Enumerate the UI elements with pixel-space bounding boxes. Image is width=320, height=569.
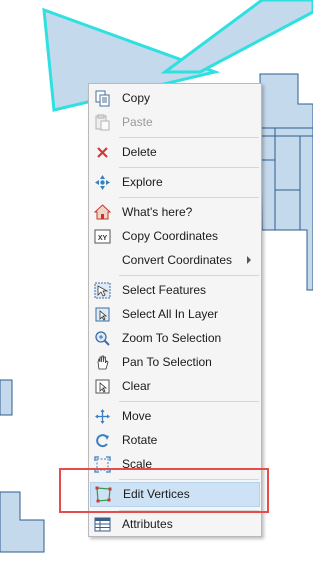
- menu-item-copy[interactable]: Copy: [90, 87, 260, 110]
- menu-item-label: Clear: [122, 379, 151, 393]
- menu-item-label: Convert Coordinates: [122, 253, 233, 267]
- menu-item-label: Zoom To Selection: [122, 331, 222, 345]
- menu-item-copy-coordinates[interactable]: XY Copy Coordinates: [90, 225, 260, 248]
- menu-separator: [119, 479, 259, 480]
- select-features-icon: [94, 282, 111, 299]
- menu-item-move[interactable]: Move: [90, 405, 260, 428]
- edit-vertices-icon: [95, 486, 112, 503]
- menu-item-label: Select Features: [122, 283, 207, 297]
- menu-separator: [119, 137, 259, 138]
- menu-item-paste[interactable]: Paste: [90, 111, 260, 134]
- menu-item-label: What's here?: [122, 205, 193, 219]
- svg-text:XY: XY: [98, 235, 108, 242]
- attributes-icon: [94, 517, 111, 532]
- zoom-to-selection-icon: [95, 331, 110, 346]
- menu-item-label: Rotate: [122, 433, 158, 447]
- menu-item-pan-to-selection[interactable]: Pan To Selection: [90, 351, 260, 374]
- delete-icon: [97, 147, 108, 158]
- map-feature-parcel-left[interactable]: [0, 379, 13, 416]
- select-all-in-layer-icon: [95, 307, 110, 322]
- submenu-arrow-icon: [247, 256, 251, 264]
- menu-item-attributes[interactable]: Attributes: [90, 513, 260, 536]
- menu-item-label: Move: [122, 409, 152, 423]
- menu-item-label: Select All In Layer: [122, 307, 219, 321]
- menu-item-delete[interactable]: Delete: [90, 141, 260, 164]
- map-feature-parcel-bottom-left[interactable]: [0, 491, 45, 553]
- menu-item-zoom-to-selection[interactable]: Zoom To Selection: [90, 327, 260, 350]
- rotate-icon: [96, 434, 109, 448]
- explore-icon: [95, 175, 110, 190]
- copy-icon: [95, 90, 110, 107]
- menu-separator: [119, 275, 259, 276]
- menu-item-clear[interactable]: Clear: [90, 375, 260, 398]
- menu-item-label: Paste: [122, 115, 153, 129]
- copy-coordinates-icon: XY: [94, 229, 111, 244]
- pan-to-selection-icon: [97, 355, 109, 370]
- menu-separator: [119, 197, 259, 198]
- menu-item-label: Delete: [122, 145, 157, 159]
- menu-item-label: Explore: [122, 175, 163, 189]
- menu-item-label: Copy: [122, 91, 151, 105]
- whats-here-icon: [94, 204, 111, 220]
- menu-separator: [119, 510, 259, 511]
- selected-feature-polygon[interactable]: [160, 0, 313, 74]
- menu-item-rotate[interactable]: Rotate: [90, 429, 260, 452]
- paste-icon: [95, 114, 110, 131]
- menu-item-label: Pan To Selection: [122, 355, 212, 369]
- map-feature-parcel[interactable]: [259, 73, 313, 291]
- move-icon: [95, 409, 110, 424]
- menu-separator: [119, 167, 259, 168]
- menu-item-convert-coordinates[interactable]: Convert Coordinates: [90, 249, 260, 272]
- context-menu: Copy Paste Delete Explore What's here? X…: [88, 83, 262, 537]
- clear-selection-icon: [95, 379, 110, 394]
- menu-separator: [119, 401, 259, 402]
- menu-item-label: Copy Coordinates: [122, 229, 219, 243]
- menu-item-scale[interactable]: Scale: [90, 453, 260, 476]
- menu-item-whats-here[interactable]: What's here?: [90, 201, 260, 224]
- menu-item-select-features[interactable]: Select Features: [90, 279, 260, 302]
- menu-item-label: Attributes: [122, 517, 173, 531]
- menu-item-explore[interactable]: Explore: [90, 171, 260, 194]
- scale-icon: [94, 456, 111, 473]
- menu-item-select-all-in-layer[interactable]: Select All In Layer: [90, 303, 260, 326]
- menu-item-label: Scale: [122, 457, 153, 471]
- menu-item-edit-vertices[interactable]: Edit Vertices: [90, 482, 260, 507]
- menu-item-label: Edit Vertices: [123, 487, 190, 501]
